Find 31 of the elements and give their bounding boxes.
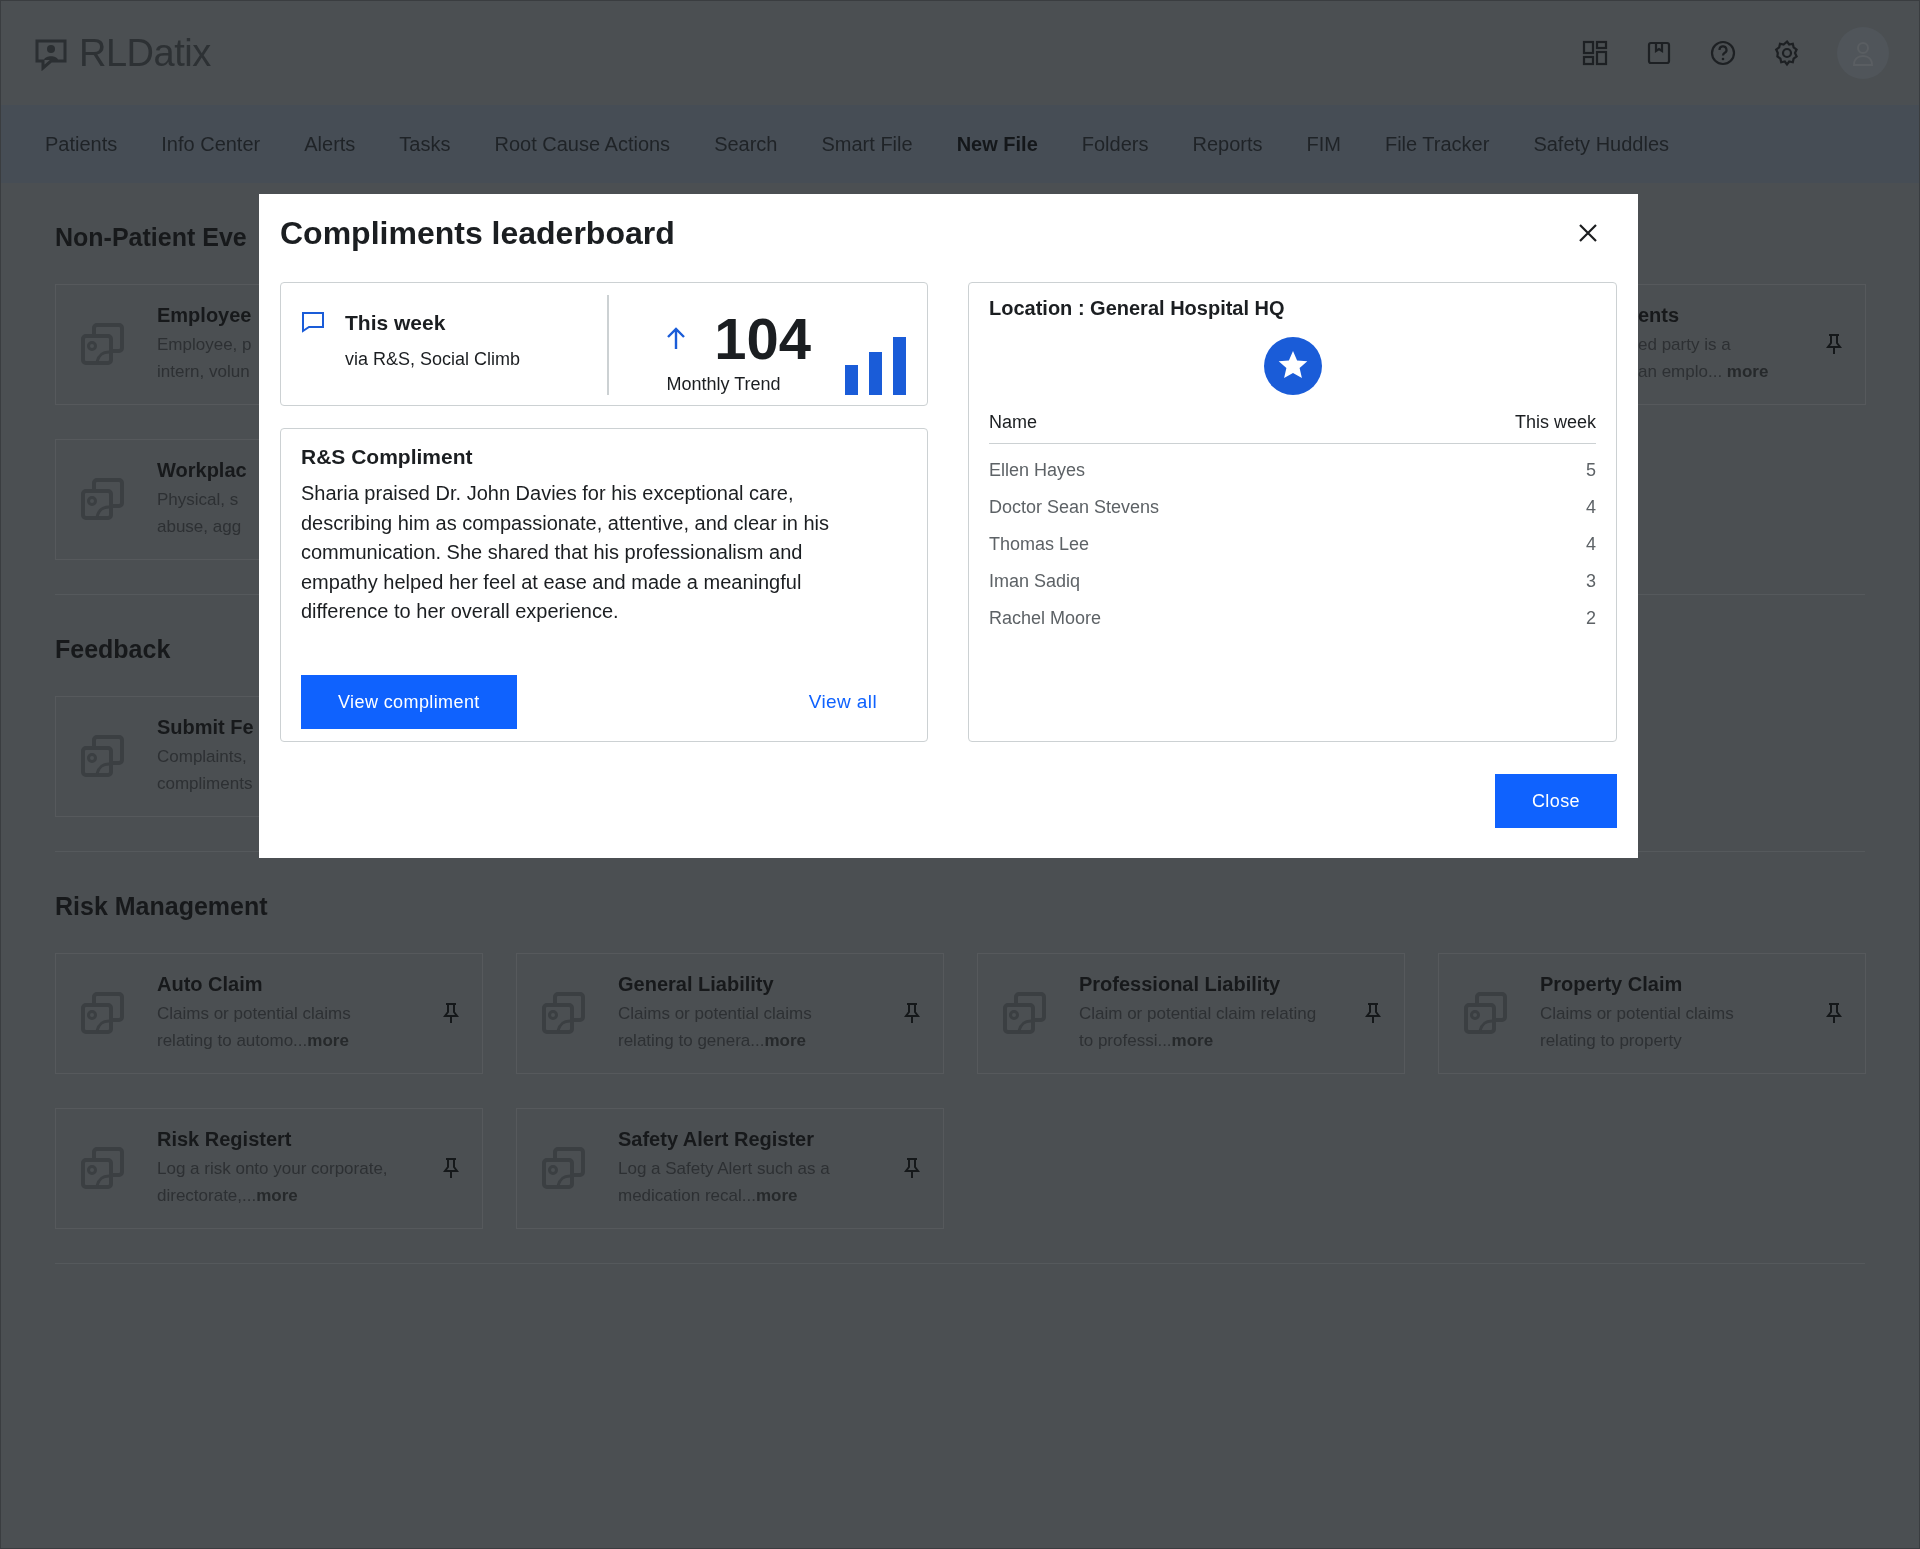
table-cell: Thomas Lee bbox=[989, 534, 1090, 555]
card-title: General Liability bbox=[618, 973, 774, 996]
table-cell: Ellen Hayes bbox=[989, 460, 1086, 481]
card-title: Risk Registert bbox=[157, 1128, 292, 1151]
table-cell: 2 bbox=[1586, 608, 1596, 629]
card-title: Auto Claim bbox=[157, 973, 263, 996]
compliment-text: Sharia praised Dr. John Davies for his exceptional care, describing him as compassionate, attentive, and clear in his communication. She shared that his professionalism and empathy helped her feel at ease and made a meaningful difference to her overall experience. bbox=[301, 481, 831, 624]
table-cell: 3 bbox=[1586, 571, 1596, 592]
card-title: Safety Alert Register bbox=[618, 1128, 814, 1151]
card-title: Employee bbox=[157, 304, 252, 327]
card-title: Workplac bbox=[157, 459, 247, 482]
table-cell: Rachel Moore bbox=[989, 608, 1102, 629]
column-header: Name bbox=[989, 412, 1037, 433]
stat-sources: via R&S, Social Climb bbox=[345, 349, 521, 370]
dialog-title: Compliments leaderboard bbox=[280, 214, 675, 252]
section-heading: Non-Patient Eve bbox=[55, 223, 247, 252]
section-heading: Risk Management bbox=[55, 892, 268, 921]
card-title: Professional Liability bbox=[1079, 973, 1281, 996]
column-header: This week bbox=[1514, 412, 1596, 433]
location-title: Location : General Hospital HQ bbox=[989, 297, 1286, 320]
table-cell: 5 bbox=[1586, 460, 1596, 481]
table-cell: 4 bbox=[1586, 497, 1596, 518]
card-title: ents bbox=[1638, 304, 1680, 327]
compliment-title: R&S Compliment bbox=[301, 445, 474, 469]
table-cell: Doctor Sean Stevens bbox=[989, 497, 1160, 518]
trend-label: Monthly Trend bbox=[666, 374, 781, 395]
table-cell: 4 bbox=[1586, 534, 1596, 555]
table-cell: Iman Sadiq bbox=[989, 571, 1081, 592]
stat-label: This week bbox=[345, 311, 447, 335]
compliment-count: 104 bbox=[714, 308, 811, 370]
section-heading: Feedback bbox=[55, 635, 171, 664]
